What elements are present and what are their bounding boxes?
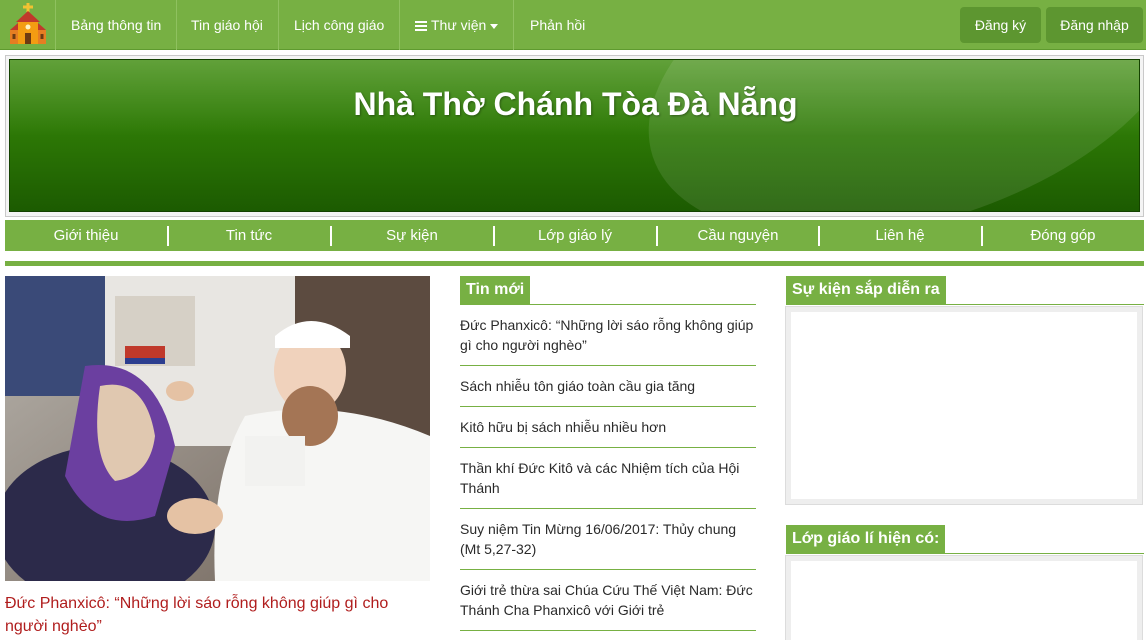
subnav-cau-nguyen[interactable]: Cầu nguyện xyxy=(657,220,819,251)
top-navbar: Bảng thông tin Tin giáo hội Lịch công gi… xyxy=(0,0,1146,50)
nav-phan-hoi[interactable]: Phản hồi xyxy=(515,0,600,50)
news-item-3[interactable]: Kitô hữu bị sách nhiễu nhiều hơn xyxy=(460,417,756,437)
heading-underline xyxy=(786,304,1144,305)
secondary-navbar: Giới thiệu Tin tức Sự kiện Lớp giáo lý C… xyxy=(5,220,1144,251)
nav-lich-cong-giao[interactable]: Lịch công giáo xyxy=(279,0,401,50)
news-divider xyxy=(460,365,756,366)
news-item-2[interactable]: Sách nhiễu tôn giáo toàn cầu gia tăng xyxy=(460,376,756,396)
section-divider xyxy=(5,261,1144,266)
featured-news-title[interactable]: Đức Phanxicô: “Những lời sáo rỗng không … xyxy=(5,592,430,638)
subnav-lien-he[interactable]: Liên hệ xyxy=(819,220,981,251)
news-divider xyxy=(460,630,756,631)
news-item-4[interactable]: Thần khí Đức Kitô và các Nhiệm tích của … xyxy=(460,458,756,498)
subnav-tin-tuc[interactable]: Tin tức xyxy=(168,220,330,251)
news-divider xyxy=(460,508,756,509)
catechism-classes-panel xyxy=(785,555,1143,640)
upcoming-events-panel xyxy=(785,306,1143,505)
news-divider xyxy=(460,406,756,407)
register-button[interactable]: Đăng ký xyxy=(960,7,1041,43)
banner-glow xyxy=(606,60,1139,211)
menu-icon xyxy=(415,21,427,31)
upcoming-events-heading: Sự kiện sắp diễn ra xyxy=(786,276,946,304)
catechism-classes-heading: Lớp giáo lí hiện có: xyxy=(786,525,946,553)
news-divider xyxy=(460,569,756,570)
nav-thu-vien-dropdown[interactable]: Thư viện xyxy=(400,0,515,50)
news-divider xyxy=(460,447,756,448)
header-banner: Nhà Thờ Chánh Tòa Đà Nẵng xyxy=(9,59,1140,212)
subnav-lop-giao-ly[interactable]: Lớp giáo lý xyxy=(494,220,656,251)
subnav-gioi-thieu[interactable]: Giới thiệu xyxy=(5,220,167,251)
subnav-su-kien[interactable]: Sự kiện xyxy=(331,220,493,251)
site-title: Nhà Thờ Chánh Tòa Đà Nẵng xyxy=(353,86,798,122)
heading-underline xyxy=(460,304,756,305)
church-logo-icon[interactable] xyxy=(0,0,56,50)
nav-tin-giao-hoi[interactable]: Tin giáo hội xyxy=(176,0,279,50)
subnav-dong-gop[interactable]: Đóng góp xyxy=(982,220,1144,251)
featured-news-image[interactable] xyxy=(5,276,430,581)
login-button[interactable]: Đăng nhập xyxy=(1046,7,1143,43)
latest-news-heading: Tin mới xyxy=(460,276,531,304)
nav-thu-vien-label: Thư viện xyxy=(431,17,487,33)
heading-underline xyxy=(786,553,1144,554)
nav-bang-thong-tin[interactable]: Bảng thông tin xyxy=(56,0,178,50)
news-item-5[interactable]: Suy niệm Tin Mừng 16/06/2017: Thủy chung… xyxy=(460,519,756,559)
news-item-1[interactable]: Đức Phanxicô: “Những lời sáo rỗng không … xyxy=(460,315,756,355)
news-item-6[interactable]: Giới trẻ thừa sai Chúa Cứu Thế Việt Nam:… xyxy=(460,580,756,620)
caret-down-icon xyxy=(490,23,499,29)
